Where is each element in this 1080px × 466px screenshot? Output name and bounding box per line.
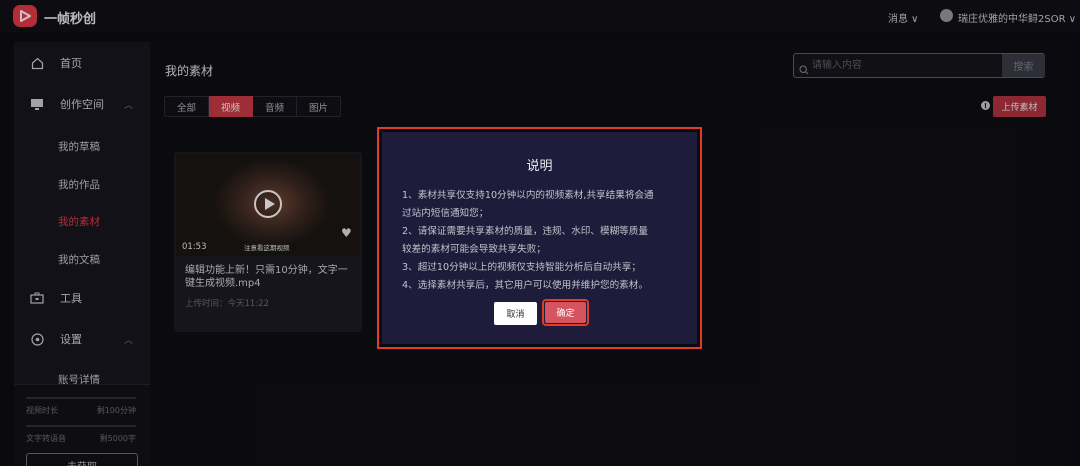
dialog-line: 1、素材共享仅支持10分钟以内的视频素材,共享结果将会通 <box>402 190 654 201</box>
dialog-line: 2、请保证需要共享素材的质量，违规、水印、模糊等质量 <box>402 226 648 237</box>
modal-highlight: 说明 1、素材共享仅支持10分钟以内的视频素材,共享结果将会通 过站内短信通知您… <box>377 127 702 349</box>
dialog-line: 3、超过10分钟以上的视频仅支持智能分析后自动共享； <box>402 262 641 273</box>
dialog-title: 说明 <box>526 159 553 174</box>
share-info-dialog: 说明 1、素材共享仅支持10分钟以内的视频素材,共享结果将会通 过站内短信通知您… <box>382 132 697 344</box>
cancel-button[interactable]: 取消 <box>494 302 537 325</box>
dialog-line: 较差的素材可能会导致共享失败； <box>402 244 546 255</box>
confirm-button-highlight: 确定 <box>542 299 589 326</box>
dialog-line: 4、选择素材共享后，其它用户可以使用并维护您的素材。 <box>402 280 648 291</box>
dialog-line: 过站内短信通知您； <box>402 208 489 219</box>
confirm-button[interactable]: 确定 <box>545 302 586 323</box>
